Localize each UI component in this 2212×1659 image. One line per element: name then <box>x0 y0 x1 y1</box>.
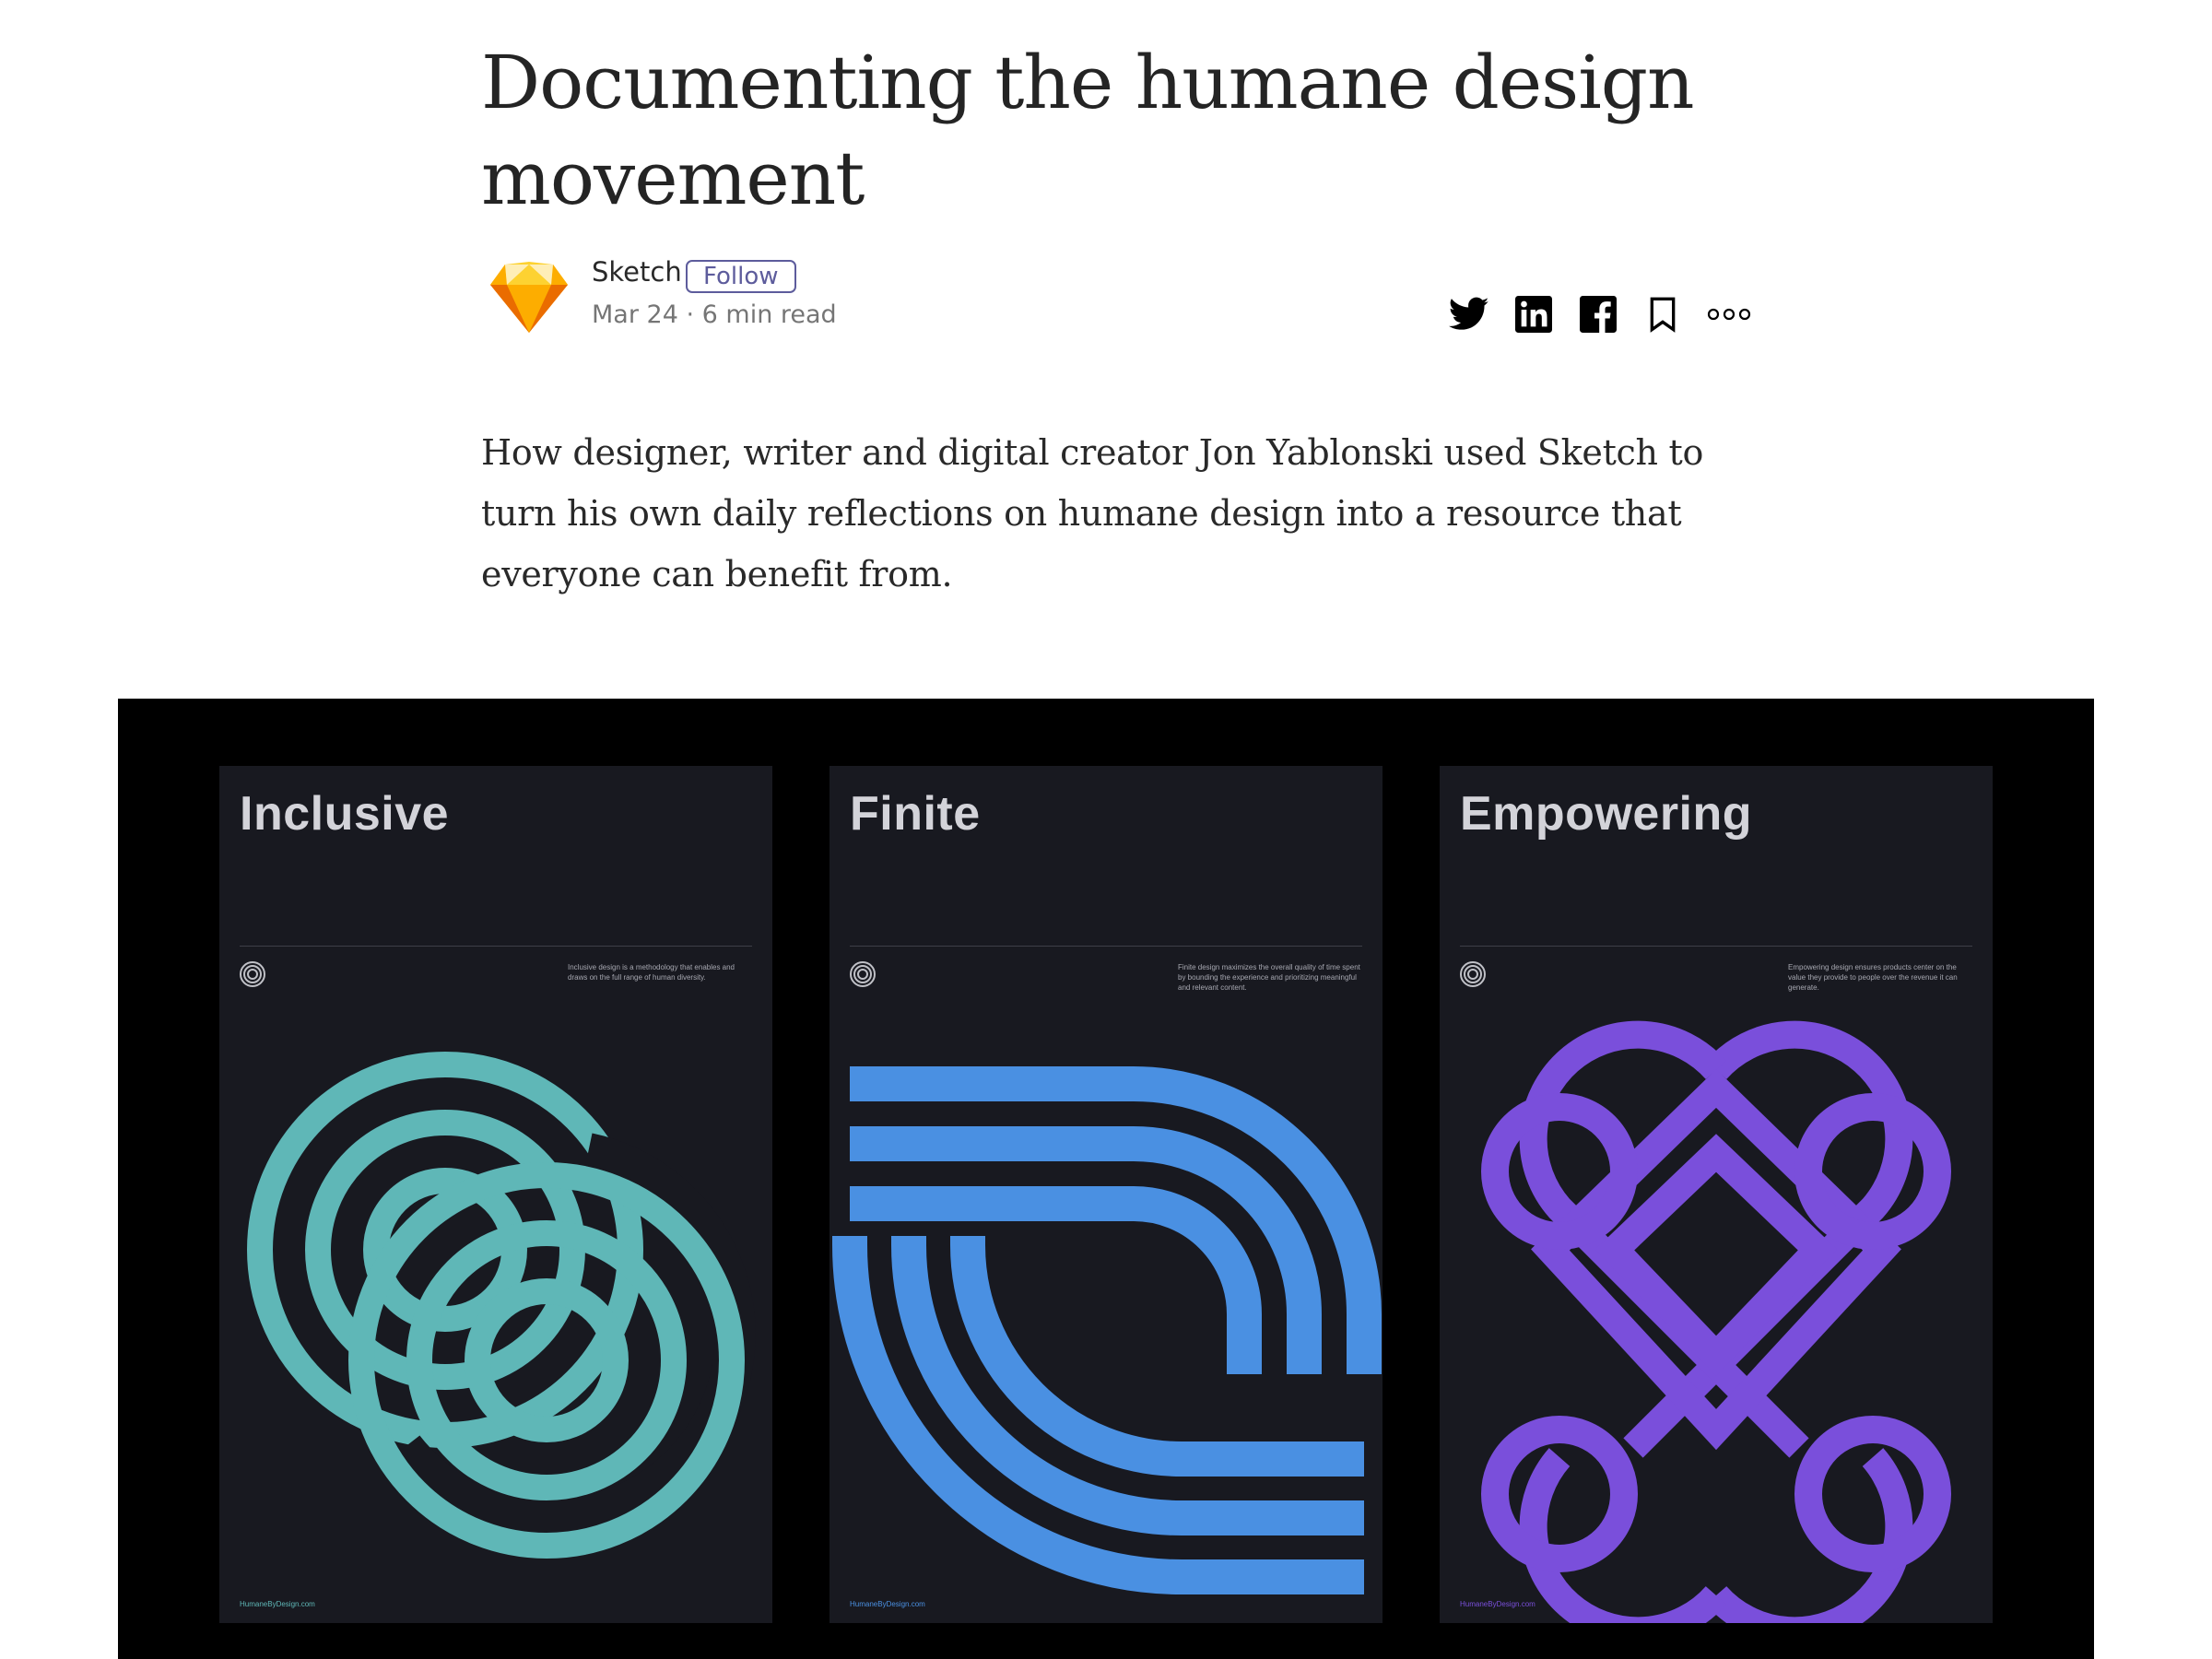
divider <box>240 946 752 947</box>
article-lede: How designer, writer and digital creator… <box>481 432 1704 594</box>
bookmark-button[interactable] <box>1641 292 1685 336</box>
divider <box>850 946 1362 947</box>
more-options-button[interactable] <box>1705 292 1753 336</box>
twitter-share-button[interactable] <box>1447 292 1491 336</box>
poster-url: HumaneByDesign.com <box>1460 1600 1535 1608</box>
linkedin-share-button[interactable] <box>1512 292 1556 336</box>
interlocking-rings-graphic <box>247 1052 756 1559</box>
poster-description: Finite design maximizes the overall qual… <box>1178 963 1360 992</box>
finite-lines-graphic <box>832 1066 1382 1594</box>
facebook-share-button[interactable] <box>1576 292 1620 336</box>
knot-graphic <box>1481 1020 1951 1623</box>
facebook-icon <box>1580 296 1617 333</box>
poster-url: HumaneByDesign.com <box>850 1600 925 1608</box>
fingerprint-icon <box>1460 961 1486 987</box>
poster-title: Inclusive <box>240 787 450 841</box>
poster-title: Finite <box>850 787 981 841</box>
article-hero-image: Inclusive Inclusive design is a methodol… <box>118 699 2094 1659</box>
poster-finite: Finite Finite design maximizes the overa… <box>830 766 1382 1623</box>
follow-button[interactable]: Follow <box>686 260 796 293</box>
poster-empowering: Empowering Empowering design ensures pro… <box>1440 766 1993 1623</box>
article-meta: Mar 24 · 6 min read <box>592 300 837 329</box>
fingerprint-icon <box>240 961 265 987</box>
fingerprint-icon <box>850 961 876 987</box>
poster-title: Empowering <box>1460 787 1753 841</box>
byline: Sketch Follow Mar 24 · 6 min read <box>481 249 1753 341</box>
poster-inclusive: Inclusive Inclusive design is a methodol… <box>219 766 772 1623</box>
poster-description: Empowering design ensures products cente… <box>1788 963 1958 992</box>
bookmark-icon <box>1650 297 1676 333</box>
share-actions <box>1447 291 1773 337</box>
divider <box>1460 946 1972 947</box>
poster-url: HumaneByDesign.com <box>240 1600 315 1608</box>
linkedin-icon <box>1515 296 1552 333</box>
author-name[interactable]: Sketch <box>592 256 682 288</box>
article-title: Documenting the humane design movement <box>481 40 1695 221</box>
poster-description: Inclusive design is a methodology that e… <box>568 963 735 982</box>
twitter-icon <box>1449 297 1489 330</box>
sketch-diamond-logo-icon <box>490 262 568 333</box>
author-avatar[interactable] <box>490 260 568 337</box>
more-options-icon <box>1707 308 1751 321</box>
